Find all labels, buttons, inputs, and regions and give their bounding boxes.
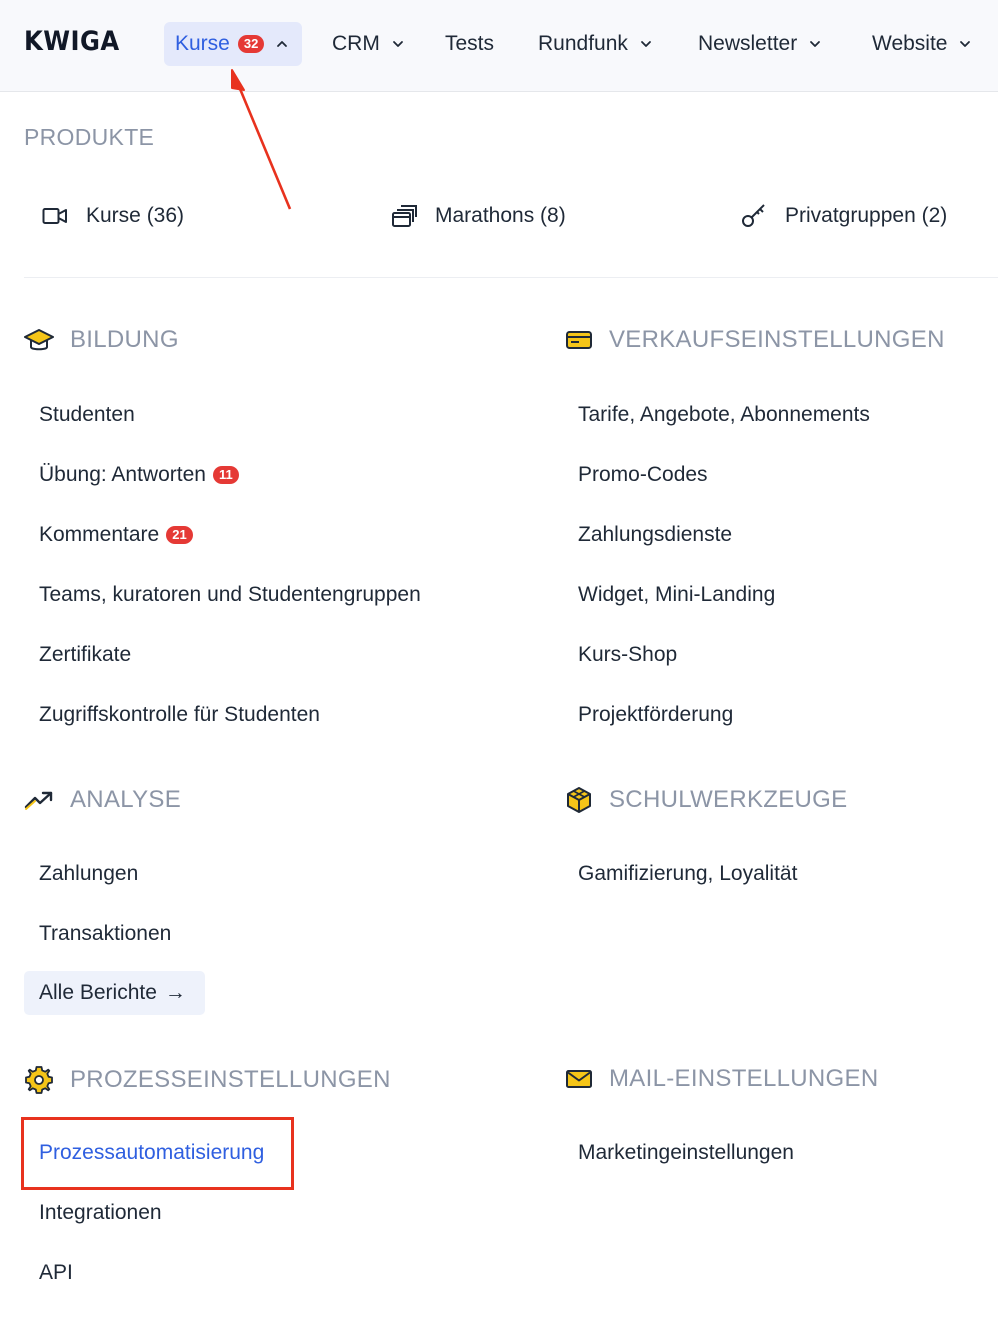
product-kurse[interactable]: Kurse (36) bbox=[42, 196, 184, 236]
product-privatgruppen[interactable]: Privatgruppen (2) bbox=[741, 196, 947, 236]
link-uebung-antworten[interactable]: Übung: Antworten 11 bbox=[39, 460, 239, 490]
verkauf-title: VERKAUFSEINSTELLUNGEN bbox=[609, 326, 945, 353]
schulwerkzeuge-title: SCHULWERKZEUGE bbox=[609, 786, 848, 813]
product-privatgruppen-label: Privatgruppen (2) bbox=[785, 204, 948, 227]
video-camera-icon bbox=[42, 208, 67, 224]
mail-heading: MAIL-EINSTELLUNGEN bbox=[565, 1065, 878, 1093]
trending-up-icon bbox=[24, 791, 53, 810]
link-projektfoerderung[interactable]: Projektförderung bbox=[578, 700, 733, 730]
link-api[interactable]: API bbox=[39, 1258, 73, 1288]
top-navigation-bar: KWIGA Kurse 32 CRM Tests Rundfunk Newsle… bbox=[0, 0, 998, 92]
gear-icon bbox=[25, 1066, 53, 1094]
nav-tests[interactable]: Tests bbox=[445, 22, 494, 66]
prozess-heading: PROZESSEINSTELLUNGEN bbox=[24, 1065, 391, 1095]
analyse-heading: ANALYSE bbox=[24, 786, 181, 814]
analyse-title: ANALYSE bbox=[70, 786, 182, 813]
bildung-title: BILDUNG bbox=[70, 326, 179, 353]
chevron-down-icon bbox=[960, 41, 971, 47]
nav-crm-label: CRM bbox=[332, 32, 380, 55]
schulwerkzeuge-heading: SCHULWERKZEUGE bbox=[565, 786, 847, 814]
nav-newsletter[interactable]: Newsletter bbox=[698, 22, 821, 66]
link-studenten[interactable]: Studenten bbox=[39, 400, 135, 430]
nav-newsletter-label: Newsletter bbox=[698, 32, 798, 55]
link-uebung-label: Übung: Antworten bbox=[39, 463, 206, 486]
link-widget[interactable]: Widget, Mini-Landing bbox=[578, 580, 775, 610]
nav-tests-label: Tests bbox=[445, 32, 495, 55]
bildung-heading: BILDUNG bbox=[24, 326, 179, 354]
annotation-highlight-box bbox=[21, 1117, 294, 1190]
link-gamifizierung[interactable]: Gamifizierung, Loyalität bbox=[578, 859, 797, 889]
product-marathons-label: Marathons (8) bbox=[435, 204, 566, 227]
mail-title: MAIL-EINSTELLUNGEN bbox=[609, 1065, 879, 1092]
link-teams[interactable]: Teams, kuratoren und Studentengruppen bbox=[39, 580, 421, 610]
credit-card-icon bbox=[566, 331, 592, 349]
nav-website[interactable]: Website bbox=[872, 22, 971, 66]
kommentare-count-badge: 21 bbox=[166, 526, 193, 544]
link-zahlungen[interactable]: Zahlungen bbox=[39, 859, 138, 889]
link-integrationen[interactable]: Integrationen bbox=[39, 1198, 162, 1228]
all-reports-button[interactable]: Alle Berichte → bbox=[24, 971, 205, 1015]
link-zugriffskontrolle[interactable]: Zugriffskontrolle für Studenten bbox=[39, 700, 320, 730]
verkauf-heading: VERKAUFSEINSTELLUNGEN bbox=[565, 326, 945, 354]
link-zahlungsdienste[interactable]: Zahlungsdienste bbox=[578, 520, 732, 550]
prozess-title: PROZESSEINSTELLUNGEN bbox=[70, 1066, 391, 1093]
stacked-windows-icon bbox=[392, 205, 417, 227]
nav-kurse-label: Kurse bbox=[175, 32, 230, 55]
chevron-down-icon bbox=[392, 41, 403, 47]
link-kommentare[interactable]: Kommentare 21 bbox=[39, 520, 193, 550]
link-marketingeinstellungen[interactable]: Marketingeinstellungen bbox=[578, 1138, 794, 1168]
key-icon bbox=[742, 204, 765, 227]
section-divider bbox=[24, 277, 998, 278]
arrow-right-icon: → bbox=[164, 981, 186, 1004]
graduation-cap-icon bbox=[24, 329, 54, 351]
link-tarife[interactable]: Tarife, Angebote, Abonnements bbox=[578, 400, 870, 430]
envelope-icon bbox=[566, 1070, 592, 1088]
nav-rundfunk[interactable]: Rundfunk bbox=[538, 22, 652, 66]
link-promo-codes[interactable]: Promo-Codes bbox=[578, 460, 708, 490]
nav-rundfunk-label: Rundfunk bbox=[538, 32, 628, 55]
product-marathons[interactable]: Marathons (8) bbox=[391, 196, 566, 236]
uebung-count-badge: 11 bbox=[212, 466, 239, 484]
all-reports-label: Alle Berichte bbox=[39, 981, 157, 1004]
link-transaktionen[interactable]: Transaktionen bbox=[39, 919, 171, 949]
link-kurs-shop[interactable]: Kurs-Shop bbox=[578, 640, 677, 670]
cube-icon bbox=[567, 787, 591, 813]
produkte-heading: PRODUKTE bbox=[24, 124, 155, 150]
chevron-down-icon bbox=[641, 41, 651, 47]
kwiga-logo[interactable]: KWIGA bbox=[24, 26, 120, 57]
nav-website-label: Website bbox=[872, 32, 948, 55]
nav-kurse[interactable]: Kurse 32 bbox=[164, 22, 303, 66]
product-kurse-label: Kurse (36) bbox=[86, 204, 185, 227]
link-zertifikate[interactable]: Zertifikate bbox=[39, 640, 131, 670]
nav-kurse-badge: 32 bbox=[237, 35, 265, 53]
link-kommentare-label: Kommentare bbox=[39, 523, 160, 546]
nav-crm[interactable]: CRM bbox=[332, 22, 404, 66]
chevron-up-icon bbox=[277, 41, 288, 47]
chevron-down-icon bbox=[810, 41, 821, 47]
